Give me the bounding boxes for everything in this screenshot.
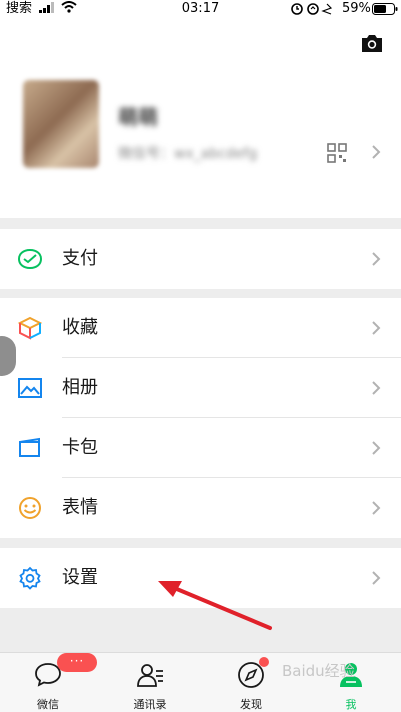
chevron-right-icon (372, 381, 381, 395)
discover-dot-badge (259, 657, 269, 667)
smiley-icon (19, 497, 41, 519)
status-bar: 搜索 03:17 59% (0, 0, 401, 18)
menu-group-pay: 支付 (0, 229, 401, 289)
favorites-cube-icon (17, 316, 43, 340)
avatar[interactable] (23, 80, 99, 168)
menu-item-cards[interactable]: 卡包 (0, 418, 401, 478)
menu-item-cards-label: 卡包 (62, 437, 98, 458)
battery-icon (372, 3, 398, 15)
watermark: Baidu经验 (282, 662, 355, 680)
clock: 03:17 (181, 1, 220, 16)
chevron-right-icon (372, 252, 381, 266)
album-icon (18, 378, 42, 398)
profile-nickname: 萌萌 (118, 105, 158, 129)
menu-item-stickers[interactable]: 表情 (0, 478, 401, 538)
tab-me-label: 我 (345, 698, 357, 711)
chevron-right-icon (372, 571, 381, 585)
tab-chats-label: 微信 (37, 698, 59, 711)
chevron-right-icon (372, 441, 381, 455)
profile-chevron-icon (372, 145, 381, 159)
menu-item-album[interactable]: 相册 (0, 358, 401, 418)
menu-item-settings-label: 设置 (62, 567, 98, 588)
menu-group-main: 收藏 相册 卡包 表情 (0, 298, 401, 538)
status-icons (291, 3, 333, 15)
chevron-right-icon (372, 321, 381, 335)
tab-discover[interactable]: 发现 (211, 653, 291, 712)
annotation-arrow-icon (158, 581, 272, 630)
pay-icon (17, 248, 43, 270)
camera-icon[interactable] (360, 33, 384, 53)
qr-code-icon[interactable] (327, 143, 347, 163)
menu-item-favorites[interactable]: 收藏 (0, 298, 401, 358)
tab-discover-label: 发现 (240, 698, 262, 711)
battery-percent: 59% (342, 1, 371, 16)
tab-contacts[interactable]: 通讯录 (110, 653, 190, 712)
chats-badge: ··· (57, 653, 97, 672)
menu-item-favorites-label: 收藏 (62, 317, 98, 338)
gear-icon (19, 566, 41, 590)
menu-item-stickers-label: 表情 (62, 497, 98, 518)
menu-item-album-label: 相册 (62, 377, 98, 398)
profile-wechat-id: 微信号：wx_abcdefg (118, 146, 258, 162)
tab-contacts-label: 通讯录 (133, 698, 167, 711)
wallet-card-icon (19, 437, 40, 457)
menu-item-pay-label: 支付 (62, 248, 98, 269)
contacts-icon (137, 664, 163, 687)
menu-item-pay[interactable]: 支付 (0, 229, 401, 289)
chevron-right-icon (372, 501, 381, 515)
